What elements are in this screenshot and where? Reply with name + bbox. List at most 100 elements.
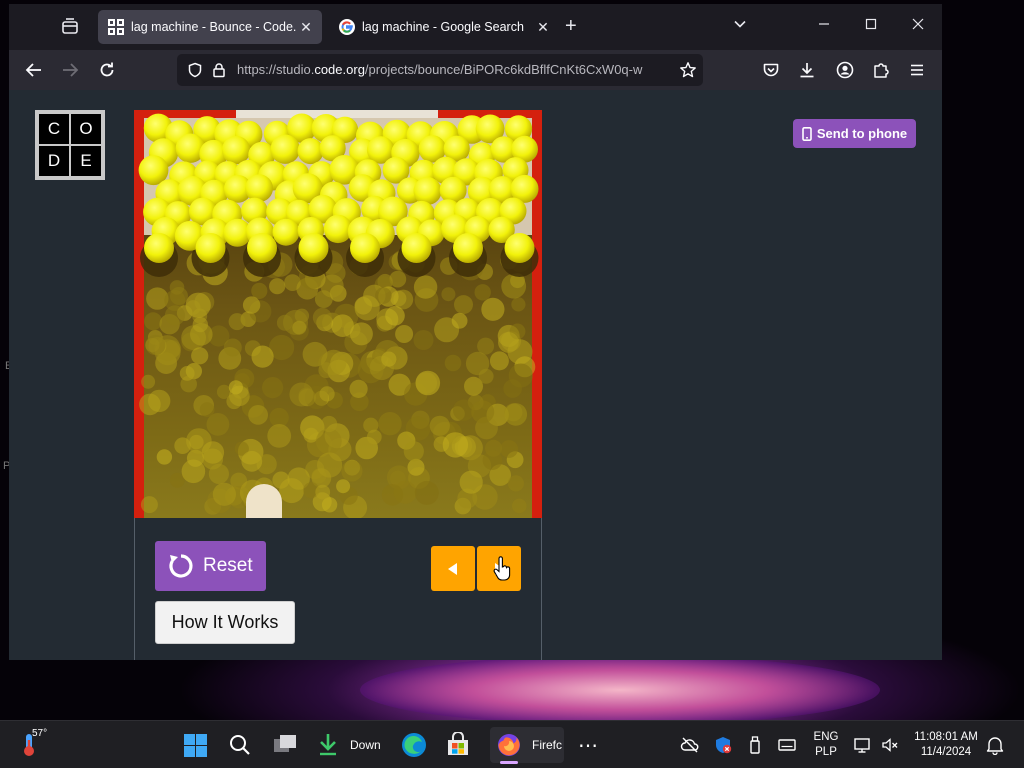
tab-title: lag machine - Bounce - Code.org: [131, 20, 296, 34]
ball-trail: [292, 320, 307, 335]
ball-trail: [223, 338, 242, 357]
speaker-muted-icon: [882, 738, 898, 752]
firefox-view-button[interactable]: [59, 16, 81, 38]
more-dots-icon: ⋯: [578, 734, 599, 757]
ball-trail: [478, 368, 494, 384]
ball-trail: [366, 429, 382, 445]
ball-trail: [349, 379, 368, 398]
ball-trail: [181, 459, 206, 484]
url-text[interactable]: https://studio.code.org/projects/bounce/…: [237, 62, 667, 80]
ball-trail: [272, 471, 290, 489]
url-path: /projects/bounce/BiPORc6kdBflfCnKt6CxW0q…: [364, 62, 643, 77]
taskbar-app-edge[interactable]: [400, 731, 428, 759]
notifications-button[interactable]: [986, 731, 1004, 759]
firefox-icon: [498, 734, 520, 756]
download-arrow-icon: [320, 734, 336, 756]
onedrive-tray-button[interactable]: [680, 731, 700, 759]
plus-icon: +: [565, 15, 577, 37]
taskbar-app-download[interactable]: Down: [316, 731, 381, 759]
ball-trail: [485, 439, 502, 457]
ball-trail: [341, 460, 363, 482]
hand-pointer-cursor-icon: [493, 556, 511, 581]
defender-tray-button[interactable]: [713, 731, 733, 759]
ball-trail: [442, 432, 469, 458]
taskbar-app-firefox[interactable]: Firefc: [490, 727, 564, 764]
ball: [350, 233, 380, 263]
app-menu-button[interactable]: [907, 60, 927, 80]
ball-trail: [381, 484, 404, 506]
ball-trail: [454, 295, 473, 315]
forward-button[interactable]: [60, 60, 80, 80]
phone-icon: [802, 126, 812, 141]
game-canvas[interactable]: [134, 110, 542, 518]
clock[interactable]: 11:08:01 AM 11/4/2024: [908, 730, 984, 760]
bookmark-star-icon[interactable]: [679, 61, 697, 79]
volume-tray-button[interactable]: [880, 731, 900, 759]
ball: [413, 177, 442, 205]
close-window-button[interactable]: [911, 17, 925, 34]
ball-trail: [315, 484, 331, 500]
reset-button[interactable]: Reset: [155, 541, 266, 591]
search-button[interactable]: [228, 731, 252, 759]
weather-widget[interactable]: 57°: [20, 728, 47, 757]
tab-google-search[interactable]: lag machine - Google Search ✕: [329, 10, 559, 44]
maximize-button[interactable]: [864, 17, 878, 34]
language-indicator[interactable]: ENG PLP: [812, 730, 840, 760]
ball-trail: [321, 349, 347, 376]
ball-trail: [319, 386, 335, 402]
tracking-protection-shield-icon[interactable]: [187, 62, 203, 78]
reset-label: Reset: [203, 555, 253, 576]
lock-icon[interactable]: [211, 62, 227, 78]
back-button[interactable]: [24, 60, 44, 80]
network-monitor-icon: [854, 738, 870, 753]
left-arrow-button[interactable]: [431, 546, 475, 591]
downloads-button[interactable]: [797, 60, 817, 80]
logo-letter: E: [71, 146, 101, 176]
ball: [504, 233, 535, 263]
ball-trail: [507, 475, 524, 492]
close-tab-icon[interactable]: ✕: [296, 19, 316, 36]
how-it-works-label: How It Works: [171, 612, 279, 632]
windows-logo-icon: [184, 733, 207, 757]
send-to-phone-label: Send to phone: [816, 126, 908, 141]
taskbar-overflow-button[interactable]: ⋯: [578, 731, 599, 759]
ball: [453, 233, 483, 263]
account-button[interactable]: [835, 60, 855, 80]
send-to-phone-button[interactable]: Send to phone: [793, 119, 916, 148]
reload-button[interactable]: [97, 60, 117, 80]
bounce-playfield: [134, 110, 542, 518]
code-org-logo[interactable]: C O D E: [35, 110, 105, 180]
clock-time: 11:08:01 AM: [914, 731, 978, 743]
ball-trail: [185, 292, 211, 318]
minimize-button[interactable]: [817, 17, 831, 34]
cloud-off-icon: [680, 737, 699, 753]
tab-title: lag machine - Google Search: [362, 20, 524, 34]
address-bar[interactable]: https://studio.code.org/projects/bounce/…: [177, 54, 703, 86]
pocket-icon: [763, 63, 779, 77]
tablet-tray-button[interactable]: [777, 731, 797, 759]
list-all-tabs-button[interactable]: [733, 17, 747, 34]
extensions-button[interactable]: [871, 60, 891, 80]
ball: [297, 138, 324, 165]
usb-tray-button[interactable]: [746, 731, 764, 759]
ball-trail: [262, 377, 284, 399]
navigation-toolbar: https://studio.code.org/projects/bounce/…: [9, 50, 942, 90]
new-tab-button[interactable]: +: [565, 16, 577, 36]
task-view-button[interactable]: [272, 731, 298, 759]
taskbar-app-store[interactable]: [445, 731, 471, 759]
tab-bounce[interactable]: lag machine - Bounce - Code.org ✕: [98, 10, 322, 44]
pocket-button[interactable]: [761, 60, 781, 80]
ball-trail: [228, 380, 243, 395]
tab-bar: lag machine - Bounce - Code.org ✕ lag ma…: [9, 4, 942, 50]
network-tray-button[interactable]: [853, 731, 873, 759]
firefox-view-icon: [62, 18, 78, 34]
ball-trail: [504, 403, 528, 426]
start-button[interactable]: [183, 731, 208, 759]
ball-trail: [414, 480, 439, 505]
browser-window: lag machine - Bounce - Code.org ✕ lag ma…: [9, 4, 942, 660]
ball-trail: [169, 280, 185, 295]
taskbar: 57° Down Firefc ⋯ ENG PLP 11:08:01 AM 11…: [0, 720, 1024, 768]
close-tab-icon[interactable]: ✕: [533, 19, 553, 36]
keyboard-icon: [778, 739, 796, 751]
how-it-works-button[interactable]: How It Works: [155, 601, 295, 644]
